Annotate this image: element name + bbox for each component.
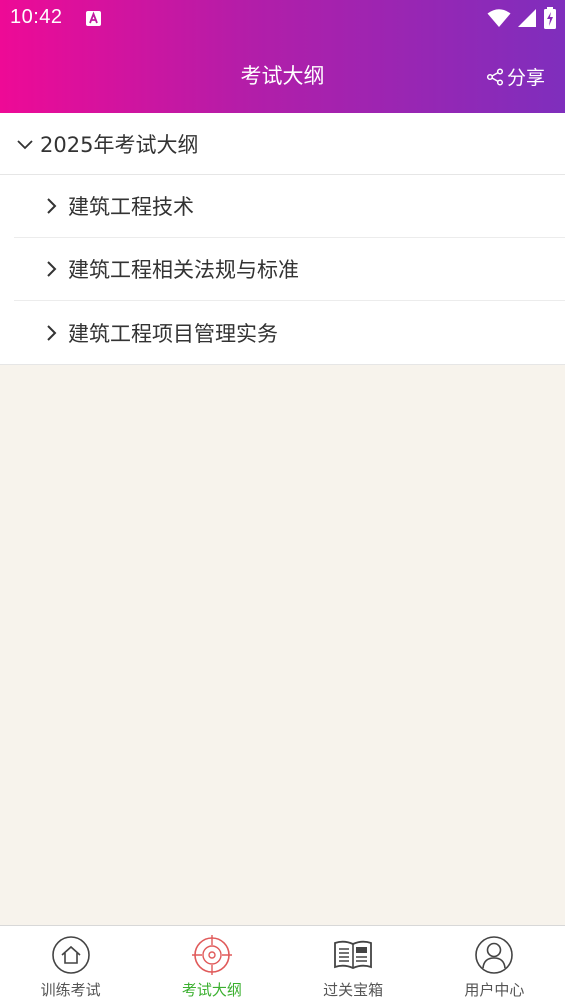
nav-item-training[interactable]: 训练考试 <box>0 926 141 1004</box>
notification-a-icon <box>86 11 101 26</box>
share-icon <box>486 67 504 86</box>
nav-label: 用户中心 <box>464 981 525 999</box>
outline-item-1[interactable]: 建筑工程相关法规与标准 <box>14 238 565 301</box>
user-icon <box>475 936 514 974</box>
news-book-icon <box>334 940 373 969</box>
outline-section-title: 2025年考试大纲 <box>40 132 199 157</box>
home-icon <box>51 936 90 974</box>
nav-item-user-center[interactable]: 用户中心 <box>424 926 565 1004</box>
outline-list: 2025年考试大纲 建筑工程技术 建筑工程相关法规与标准 建筑工程项目管理实务 <box>0 113 565 365</box>
battery-charging-icon <box>544 7 556 29</box>
nav-label: 考试大纲 <box>181 981 242 999</box>
nav-item-outline[interactable]: 考试大纲 <box>141 926 282 1004</box>
outline-item-label: 建筑工程项目管理实务 <box>68 321 278 346</box>
outline-item-2[interactable]: 建筑工程项目管理实务 <box>14 301 565 364</box>
page-title: 考试大纲 <box>240 64 325 88</box>
target-icon <box>191 935 232 975</box>
chevron-right-icon <box>47 198 57 214</box>
outline-item-0[interactable]: 建筑工程技术 <box>14 175 565 238</box>
nav-label: 训练考试 <box>40 981 101 999</box>
nav-label: 过关宝箱 <box>323 981 384 999</box>
bottom-nav: 训练考试 考试大纲 过关宝箱 用户中心 <box>0 925 565 1004</box>
nav-item-treasure[interactable]: 过关宝箱 <box>283 926 424 1004</box>
wifi-icon <box>487 9 511 27</box>
status-time: 10:42 <box>10 6 63 28</box>
signal-icon <box>518 9 536 27</box>
outline-section-header[interactable]: 2025年考试大纲 <box>0 113 565 175</box>
app-root: 10:42 考试大纲 分享 2025年考试大纲 建筑工程技术 建筑工程相关法规与… <box>0 0 565 1004</box>
outline-item-label: 建筑工程相关法规与标准 <box>68 258 299 282</box>
status-bar: 10:42 <box>0 0 565 38</box>
outline-item-label: 建筑工程技术 <box>68 195 194 219</box>
chevron-down-icon <box>17 139 33 149</box>
status-icons <box>487 7 557 29</box>
share-label: 分享 <box>506 67 545 89</box>
share-button[interactable]: 分享 <box>486 63 545 90</box>
chevron-right-icon <box>47 261 57 277</box>
chevron-right-icon <box>47 324 57 341</box>
header: 10:42 考试大纲 分享 <box>0 0 565 113</box>
